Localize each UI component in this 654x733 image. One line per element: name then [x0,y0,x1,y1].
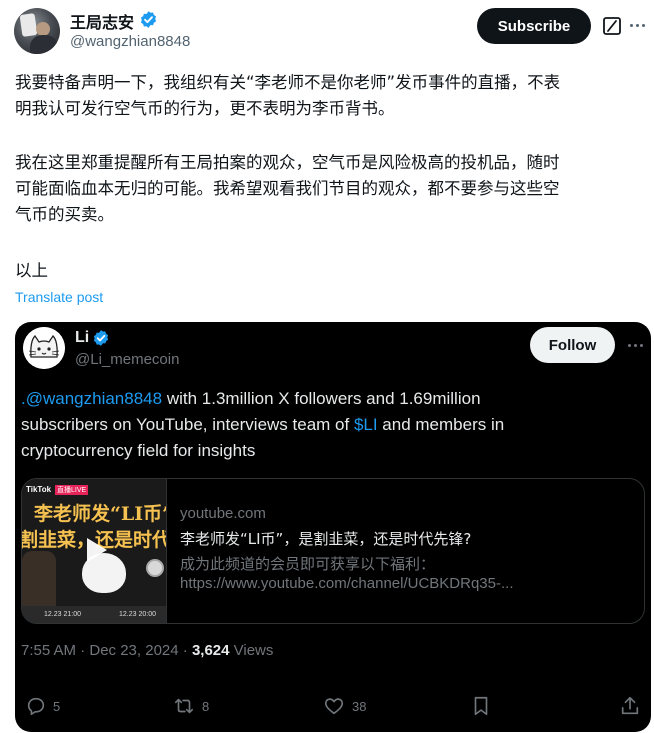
quoted-tweet[interactable]: Li @Li_memecoin Follow .@wangzhian8848 w… [15,322,651,732]
like-button[interactable]: 38 [322,694,366,718]
translate-post-link[interactable]: Translate post [15,289,103,305]
card-description: 成为此频道的会员即可获享以下福利： [180,555,436,573]
tweet-text-line: 可能面临血本无归的可能。我希望观看我们节目的观众，都不要参与这些空 [15,179,560,198]
verified-badge-icon [140,11,157,28]
mention-link[interactable]: .@wangzhian8848 [21,389,162,408]
link-preview-card[interactable]: TikTok 直播LIVE 李老师发“LI币”， 割韭菜，还是时代先锋 12.2… [21,478,645,624]
quote-text-line: .@wangzhian8848 with 1.3million X follow… [21,386,641,412]
tweet-text-line: 我在这里郑重提醒所有王局拍案的观众，空气币是风险极高的投机品，随时 [15,153,560,172]
subscribe-button[interactable]: Subscribe [477,8,591,44]
repost-button[interactable]: 8 [172,694,209,718]
quote-author-name[interactable]: Li [75,329,89,347]
thumbnail-live-badge: 直播LIVE [55,485,89,495]
quote-text-line: subscribers on YouTube, interviews team … [21,412,641,438]
bookmark-icon [474,696,488,716]
more-icon[interactable] [627,15,647,35]
like-count: 38 [352,698,367,714]
share-icon [621,696,639,715]
views-count: 3,624 [191,642,230,659]
avatar-detail [30,35,58,54]
share-button[interactable] [619,694,641,718]
quote-author-handle[interactable]: @Li_memecoin [75,351,179,368]
avatar-detail [36,22,50,36]
card-domain: youtube.com [180,505,266,522]
views-label: Views [229,642,274,659]
avatar-detail [19,13,38,37]
bookmark-button[interactable] [471,694,491,718]
reply-count: 5 [53,698,61,714]
more-icon[interactable] [625,335,645,355]
follow-button[interactable]: Follow [530,327,615,363]
post-timestamp[interactable]: 7:55 AM · Dec 23, 2024 · 3,624 Views [21,642,273,659]
cat-icon [23,327,65,369]
author-handle[interactable]: @wangzhian8848 [70,33,190,50]
thumbnail-schedule-bar: 12.23 21:00 12.23 20:00 [22,606,166,623]
repost-icon [174,698,194,714]
reply-icon [27,697,45,716]
verified-badge-icon [93,330,109,346]
repost-count: 8 [202,698,210,714]
author-avatar[interactable] [14,8,60,54]
author-name[interactable]: 王局志安 [70,9,134,33]
quote-text-segment: with 1.3million X followers and 1.69mill… [162,389,481,408]
grok-icon[interactable] [602,16,622,36]
reply-button[interactable]: 5 [25,694,60,718]
thumbnail-time: 12.23 21:00 [44,611,81,618]
thumbnail-title-line: 李老师发“LI币”， [34,503,166,525]
quote-text-line: cryptocurrency field for insights [21,441,256,460]
quote-text-segment: and members in [377,415,505,434]
tweet-text-line: 明我认可发行空气币的行为，更不表明为李币背书。 [15,99,395,118]
play-icon[interactable] [80,535,110,565]
thumbnail-time: 12.23 20:00 [119,611,156,618]
cashtag-link[interactable]: $LI [354,415,378,434]
thumbnail-app-label: TikTok [26,485,52,494]
heart-icon [324,698,344,715]
tweet-text-line: 气币的买卖。 [15,205,114,224]
thumbnail-coin [146,559,164,577]
quote-text-segment: subscribers on YouTube, interviews team … [21,415,354,434]
tweet-text-line: 以上 [15,261,48,280]
quote-author-avatar[interactable] [23,327,65,369]
card-description: https://www.youtube.com/channel/UCBKDRq3… [180,575,514,592]
card-title[interactable]: 李老师发“LI币”，是割韭菜，还是时代先锋? [180,528,471,549]
post-time-date[interactable]: 7:55 AM · Dec 23, 2024 · [21,642,192,659]
tweet-text-line: 我要特备声明一下，我组织有关“李老师不是你老师”发币事件的直播，不表 [15,73,561,92]
thumbnail-person [22,551,56,611]
video-thumbnail[interactable]: TikTok 直播LIVE 李老师发“LI币”， 割韭菜，还是时代先锋 12.2… [22,479,167,623]
